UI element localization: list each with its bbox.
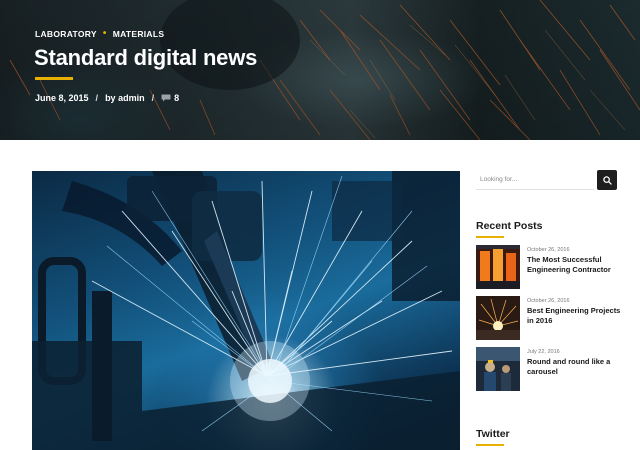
recent-post-date: October 26, 2016 [527, 298, 570, 304]
recent-post-thumbnail[interactable] [476, 296, 520, 340]
welding-robot-illustration [32, 171, 460, 450]
category-link-laboratory[interactable]: LABORATORY [35, 29, 97, 39]
sparks-thumbnail-image [476, 296, 520, 340]
title-accent-line [35, 77, 73, 80]
recent-post-title[interactable]: The Most Successful Engineering Contract… [527, 255, 623, 275]
post-date[interactable]: June 8, 2015 [35, 93, 89, 103]
twitter-accent-line [476, 444, 504, 446]
post-hero-banner: LABORATORY • MATERIALS Standard digital … [0, 0, 640, 140]
recent-posts-accent-line [476, 236, 504, 238]
recent-post-date: July 22, 2016 [527, 349, 560, 355]
recent-post-thumbnail[interactable] [476, 347, 520, 391]
recent-posts-heading: Recent Posts [476, 220, 543, 232]
meta-separator: / [95, 93, 99, 103]
recent-post-title[interactable]: Best Engineering Projects in 2016 [527, 306, 623, 326]
recent-post-item[interactable]: July 22, 2016 Round and round like a car… [476, 347, 626, 391]
post-featured-image [32, 171, 460, 450]
search-button[interactable] [597, 170, 617, 190]
recent-post-item[interactable]: October 26, 2016 The Most Successful Eng… [476, 245, 626, 289]
comment-icon [161, 94, 171, 102]
comment-count: 8 [174, 93, 180, 103]
search-widget [476, 170, 617, 190]
recent-post-thumbnail[interactable] [476, 245, 520, 289]
category-breadcrumb: LABORATORY • MATERIALS [35, 28, 165, 40]
category-separator: • [102, 28, 107, 39]
twitter-heading: Twitter [476, 428, 510, 440]
search-input[interactable] [476, 170, 594, 190]
page-title: Standard digital news [34, 45, 258, 70]
post-author[interactable]: by admin [105, 93, 145, 103]
workers-thumbnail-image [476, 347, 520, 391]
category-link-materials[interactable]: MATERIALS [113, 29, 165, 39]
search-icon [602, 175, 612, 185]
recent-post-title[interactable]: Round and round like a carousel [527, 357, 623, 377]
meta-separator: / [151, 93, 155, 103]
post-meta: June 8, 2015 / by admin / 8 [35, 93, 179, 103]
comments-link[interactable]: 8 [161, 93, 179, 103]
recent-post-item[interactable]: October 26, 2016 Best Engineering Projec… [476, 296, 626, 340]
recent-post-date: October 26, 2016 [527, 247, 570, 253]
furnace-thumbnail-image [476, 245, 520, 289]
